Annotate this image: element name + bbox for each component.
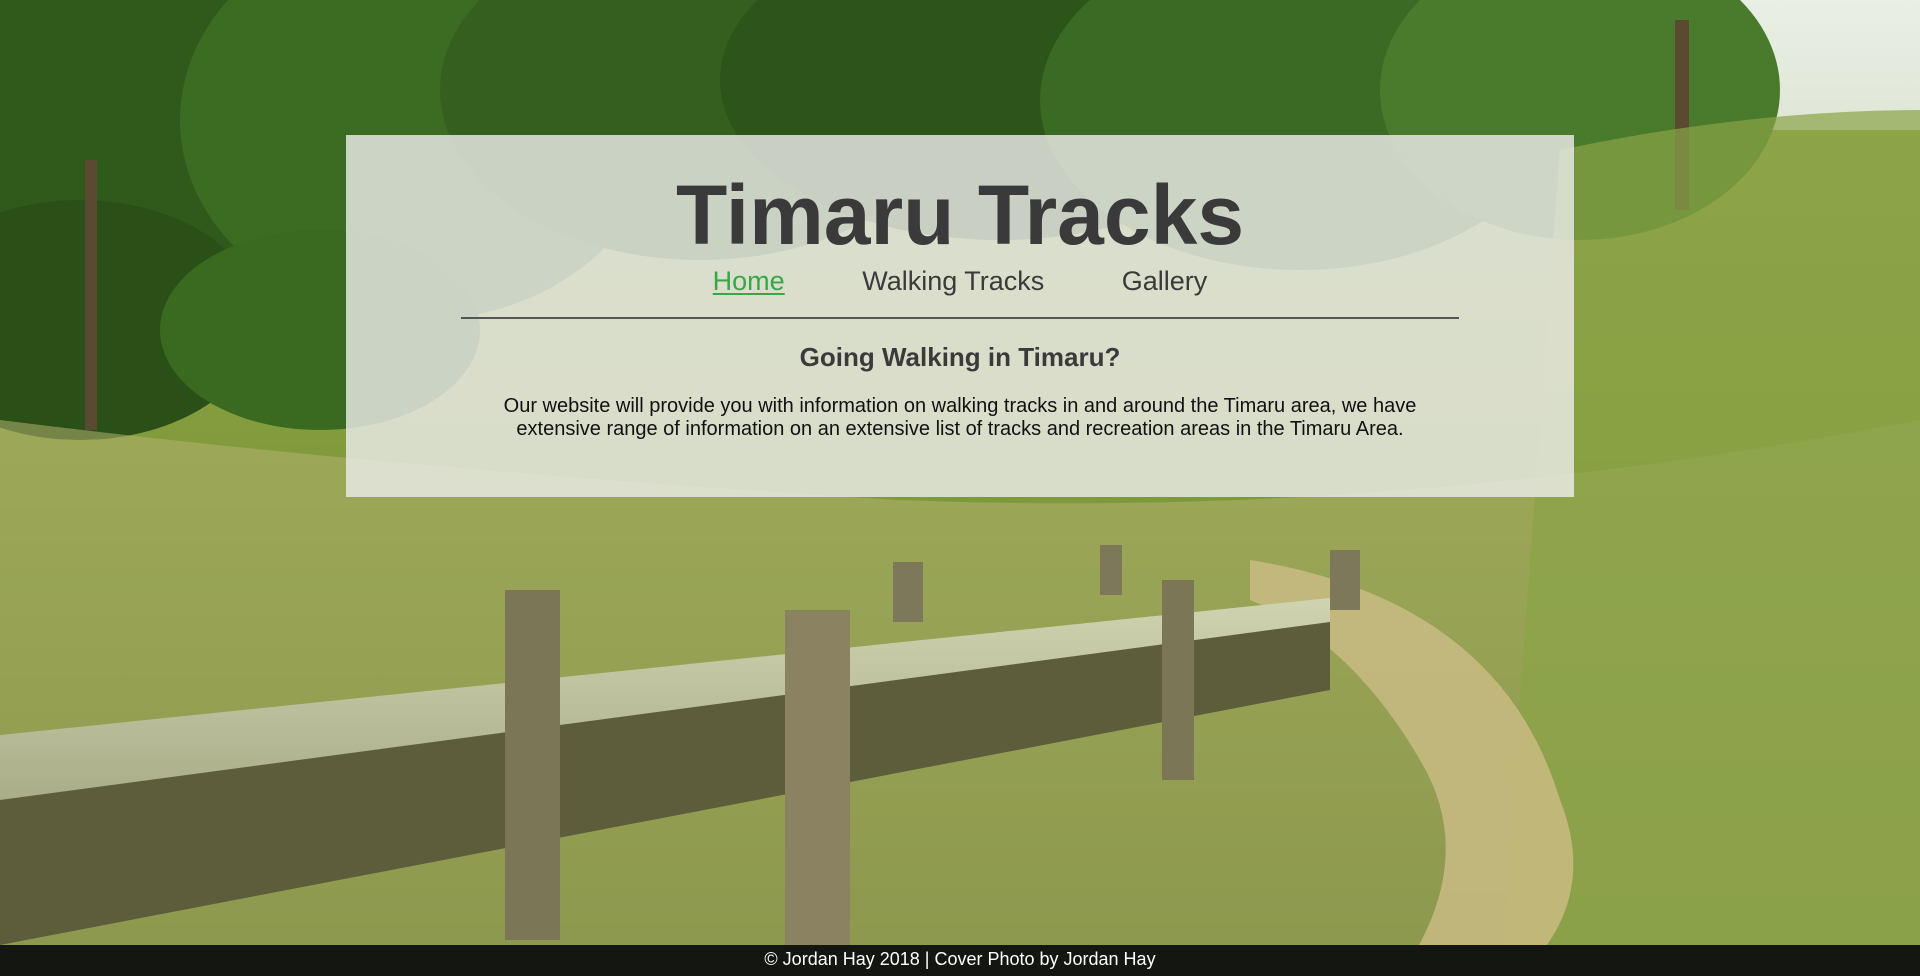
site-title: Timaru Tracks [675, 168, 1245, 262]
page: Timaru Tracks Home Walking Tracks Galler… [0, 0, 1920, 976]
footer-text: © Jordan Hay 2018 | Cover Photo by Jorda… [764, 949, 1156, 969]
intro-text: Our website will provide you with inform… [503, 395, 1417, 440]
hero-panel: Timaru Tracks Home Walking Tracks Galler… [346, 135, 1574, 497]
intro-heading: Going Walking in Timaru? [799, 342, 1121, 372]
footer: © Jordan Hay 2018 | Cover Photo by Jorda… [0, 945, 1920, 976]
nav-link-home[interactable]: Home [713, 265, 785, 297]
nav-divider [461, 317, 1459, 319]
nav-link-walking-tracks[interactable]: Walking Tracks [862, 265, 1044, 297]
nav-link-gallery[interactable]: Gallery [1122, 265, 1208, 297]
main-nav: Home Walking Tracks Gallery [346, 265, 1574, 297]
